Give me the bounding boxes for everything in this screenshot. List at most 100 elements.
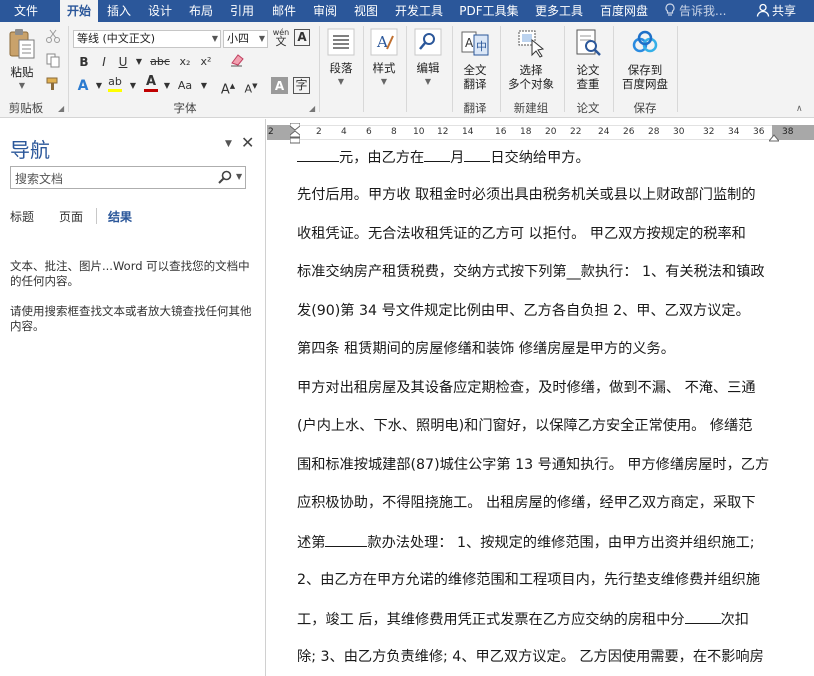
collapse-ribbon-icon[interactable]: ∧ xyxy=(796,104,803,114)
font-size-value: 小四 xyxy=(227,32,249,45)
styles-icon: A xyxy=(370,28,398,56)
tab-design[interactable]: 设计 xyxy=(142,0,178,22)
editing-button[interactable]: 编辑 ▼ xyxy=(409,28,447,89)
tab-pdf-tools[interactable]: PDF工具集 xyxy=(454,0,524,22)
search-icon[interactable] xyxy=(217,169,233,185)
doc-line[interactable]: 标准交纳房产租赁税费，交纳方式按下列第__款执行： 1、有关税法和镇政 xyxy=(297,261,765,283)
subscript-button[interactable]: x₂ xyxy=(175,53,195,71)
group-divider xyxy=(452,26,453,112)
clear-formatting-icon[interactable] xyxy=(228,52,246,70)
ruler-tick: 20 xyxy=(545,127,557,137)
font-group-label: 字体 xyxy=(173,101,197,115)
horizontal-ruler[interactable]: 2 2 4 6 8 10 12 14 16 18 20 22 24 26 28 … xyxy=(267,123,814,144)
paragraph-button[interactable]: 段落 ▼ xyxy=(322,28,360,89)
select-objects-line2: 多个对象 xyxy=(508,77,554,91)
tell-me-box[interactable]: 告诉我... xyxy=(664,0,726,22)
doc-line[interactable]: 收租凭证。无合法收租凭证的乙方可 以拒付。 甲乙双方按规定的税率和 xyxy=(297,223,746,245)
tab-developer[interactable]: 开发工具 xyxy=(390,0,448,22)
chevron-down-icon[interactable]: ▼ xyxy=(195,77,213,95)
tab-insert[interactable]: 插入 xyxy=(101,0,137,22)
indent-marker-icon[interactable] xyxy=(290,123,300,145)
doc-line[interactable]: 述第 款办法处理： 1、按规定的维修范围，由甲方出资并组织施工; xyxy=(297,531,755,553)
svg-text:A: A xyxy=(465,36,474,50)
nav-tab-results[interactable]: 结果 xyxy=(108,208,132,225)
font-launcher-icon[interactable]: ◢ xyxy=(309,104,315,113)
tab-more-tools[interactable]: 更多工具 xyxy=(530,0,588,22)
enclose-characters-button[interactable]: 字 xyxy=(293,77,310,94)
nav-tab-headings[interactable]: 标题 xyxy=(10,208,34,225)
right-indent-marker-icon[interactable] xyxy=(769,134,779,142)
doc-line[interactable]: 先付后用。甲方收 取租金时必须出具由税务机关或县以上财政部门监制的 xyxy=(297,184,756,206)
save-to-baidu-button[interactable]: 保存到 百度网盘 xyxy=(617,28,673,91)
doc-line[interactable]: 2、由乙方在甲方允诺的维修范围和工程项目内，先行垫支维修费并组织施 xyxy=(297,569,760,591)
tell-me-text: 告诉我... xyxy=(679,4,727,18)
chevron-down-icon: ▼ xyxy=(424,77,432,86)
paper-check-button[interactable]: 论文 查重 xyxy=(567,28,609,91)
full-translate-button[interactable]: A 中 全文 翻译 xyxy=(455,28,495,91)
chevron-down-icon[interactable]: ▼ xyxy=(124,77,142,95)
menu-bar: 文件 开始 插入 设计 布局 引用 邮件 审阅 视图 开发工具 PDF工具集 更… xyxy=(0,0,814,22)
doc-line[interactable]: 围和标准按城建部(87)城住公字第 13 号通知执行。 甲方修缮房屋时，乙方 xyxy=(297,454,769,476)
doc-line[interactable]: 应积极协助，不得阻挠施工。 出租房屋的修缮，经甲乙双方商定，采取下 xyxy=(297,492,756,514)
share-label: 共享 xyxy=(772,4,797,18)
file-menu[interactable]: 文件 xyxy=(4,0,48,22)
shrink-font-button[interactable]: A▼ xyxy=(242,77,260,96)
cut-icon[interactable] xyxy=(44,28,62,46)
font-name-combo[interactable]: 等线 (中文正文) ▼ xyxy=(73,30,221,48)
doc-line[interactable]: 发(90)第 34 号文件规定比例由甲、乙方各自负担 2、甲、乙双方议定。 xyxy=(297,300,750,322)
character-shading-button[interactable]: A xyxy=(271,77,288,94)
chevron-down-icon[interactable]: ▼ xyxy=(236,172,242,181)
clipboard-launcher-icon[interactable]: ◢ xyxy=(58,104,64,113)
tab-baidu-netdisk[interactable]: 百度网盘 xyxy=(594,0,654,22)
tab-home[interactable]: 开始 xyxy=(60,0,98,22)
ruler-tick: 26 xyxy=(623,127,635,137)
share-button[interactable]: 共享 xyxy=(756,0,796,22)
font-name-value: 等线 (中文正文) xyxy=(77,32,156,45)
tab-layout[interactable]: 布局 xyxy=(183,0,219,22)
phonetic-guide-button[interactable]: wén 文 xyxy=(271,28,291,47)
doc-line[interactable]: 第四条 租赁期间的房屋修缮和装饰 修缮房屋是甲方的义务。 xyxy=(297,338,675,360)
group-divider xyxy=(406,26,407,112)
doc-line[interactable]: 除; 3、由乙方负责维修; 4、甲乙双方议定。 乙方因使用需要，在不影响房 xyxy=(297,646,764,668)
tab-mailings[interactable]: 邮件 xyxy=(266,0,302,22)
tab-references[interactable]: 引用 xyxy=(224,0,260,22)
doc-text: 次扣 xyxy=(720,612,749,628)
tab-view[interactable]: 视图 xyxy=(348,0,384,22)
doc-line[interactable]: (户内上水、下水、照明电)和门窗好，以保障乙方安全正常使用。 修缮范 xyxy=(297,415,752,437)
strikethrough-button[interactable]: abc xyxy=(148,53,172,71)
grow-font-button[interactable]: A▲ xyxy=(219,77,237,97)
select-multiple-objects-button[interactable]: 选择 多个对象 xyxy=(503,28,559,91)
doc-line[interactable]: 元，由乙方在 月 日交纳给甲方。 xyxy=(297,146,590,168)
superscript-button[interactable]: x² xyxy=(196,53,216,71)
italic-button[interactable]: I xyxy=(95,53,113,71)
ruler-tick: 18 xyxy=(520,127,532,137)
nav-title: 导航 xyxy=(10,138,50,162)
copy-icon[interactable] xyxy=(44,52,62,70)
doc-text: 款办法处理： 1、按规定的维修范围，由甲方出资并组织施工; xyxy=(367,535,755,551)
group-divider xyxy=(363,26,364,112)
tab-review[interactable]: 审阅 xyxy=(307,0,343,22)
chevron-down-icon: ▼ xyxy=(258,34,265,43)
doc-line[interactable]: 甲方对出租房屋及其设备应定期检查，及时修缮，做到不漏、 不淹、三通 xyxy=(297,377,756,399)
paste-button[interactable]: 粘贴 ▼ xyxy=(4,28,40,93)
doc-line[interactable]: 工，竣工 后，其维修费用凭正式发票在乙方应交纳的房租中分 次扣 xyxy=(297,608,749,630)
font-color-label: A xyxy=(145,74,157,89)
bold-button[interactable]: B xyxy=(75,53,93,71)
font-size-combo[interactable]: 小四 ▼ xyxy=(223,30,268,48)
document-area[interactable]: 2 2 4 6 8 10 12 14 16 18 20 22 24 26 28 … xyxy=(267,119,814,676)
chevron-down-icon: ▼ xyxy=(337,77,345,86)
styles-button[interactable]: A 样式 ▼ xyxy=(365,28,403,89)
change-case-button[interactable]: Aa xyxy=(174,77,196,95)
nav-tab-pages[interactable]: 页面 xyxy=(59,208,83,225)
save-baidu-line2: 百度网盘 xyxy=(622,77,668,91)
chevron-down-icon[interactable]: ▼ xyxy=(225,139,232,149)
chevron-down-icon[interactable]: ▼ xyxy=(130,53,148,71)
doc-text: 月 xyxy=(450,150,465,166)
close-icon[interactable]: ✕ xyxy=(241,133,254,152)
format-painter-icon[interactable] xyxy=(44,76,62,94)
character-border-button[interactable]: A xyxy=(294,29,310,46)
fill-in-blank xyxy=(464,146,491,162)
highlight-button[interactable]: ab xyxy=(106,75,124,93)
nav-search-input[interactable]: 搜索文档 ▼ xyxy=(10,166,246,189)
nav-search-placeholder: 搜索文档 xyxy=(15,172,64,186)
